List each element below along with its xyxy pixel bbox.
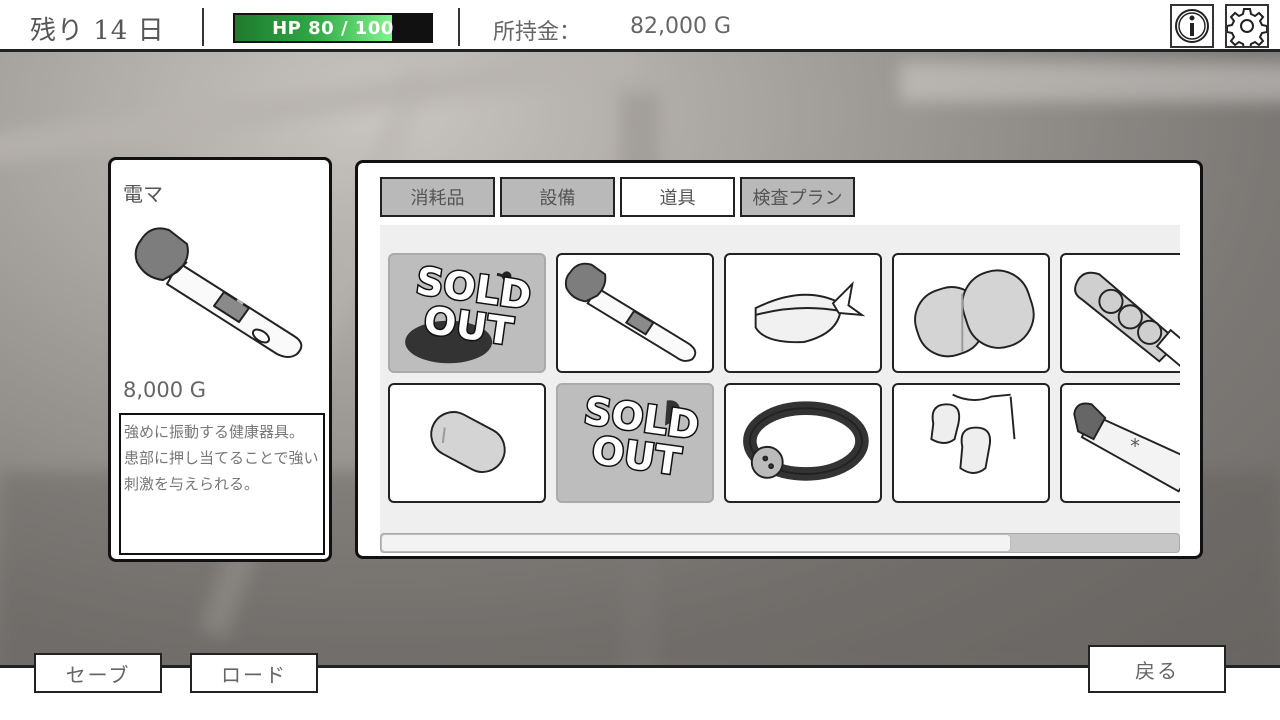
tab-tools[interactable]: 道具 — [620, 177, 735, 217]
horizontal-scrollbar[interactable] — [380, 533, 1180, 553]
item-slot-ribbed-toy[interactable] — [1060, 253, 1180, 373]
info-icon — [1175, 9, 1209, 43]
back-label: 戻る — [1135, 658, 1179, 683]
egg-vibrator-icon — [430, 411, 506, 473]
tab-equipment[interactable]: 設備 — [500, 177, 615, 217]
save-button[interactable]: セーブ — [34, 653, 162, 693]
item-slot-wand[interactable] — [556, 253, 714, 373]
tab-label: 消耗品 — [410, 188, 465, 209]
tab-label: 設備 — [539, 188, 576, 209]
item-slot-egg-vibrator[interactable] — [388, 383, 546, 503]
item-grid: SOLD OUT SOLD OUT * — [380, 225, 1180, 553]
item-slot-double-egg[interactable] — [892, 253, 1050, 373]
scrollbar-thumb[interactable] — [381, 534, 1012, 552]
item-slot-sold-out[interactable]: SOLD OUT — [556, 383, 714, 503]
back-button[interactable]: 戻る — [1088, 645, 1226, 693]
settings-button[interactable] — [1225, 4, 1269, 48]
svg-text:*: * — [1130, 435, 1140, 458]
tab-label: 検査プラン — [752, 188, 843, 209]
load-button[interactable]: ロード — [190, 653, 318, 693]
info-button[interactable] — [1170, 4, 1214, 48]
wand-massager-icon — [564, 262, 697, 362]
item-detail-panel: 電マ 8,000 G 強めに振動する健康器具。 患部に押し当てることで強い刺激を… — [108, 157, 332, 562]
bottom-bar: セーブ ロード 戻る — [0, 645, 1280, 720]
item-slot-tube[interactable]: * — [1060, 383, 1180, 503]
shop-panel: 消耗品 設備 道具 検査プラン SOLD OUT SOLD OUT * — [355, 160, 1203, 559]
hp-text: HP 80 / 100 — [272, 17, 394, 39]
money-value: 82,000 G — [630, 14, 732, 39]
gear-icon — [1227, 8, 1267, 46]
tab-exam-plans[interactable]: 検査プラン — [740, 177, 855, 217]
divider — [458, 8, 460, 46]
money-label: 所持金： — [493, 20, 582, 45]
item-slot-blindfold[interactable] — [724, 253, 882, 373]
load-label: ロード — [221, 662, 287, 687]
item-description: 強めに振動する健康器具。 患部に押し当てることで強い刺激を与えられる。 — [119, 413, 325, 555]
tab-consumables[interactable]: 消耗品 — [380, 177, 495, 217]
item-slot-ball-gag[interactable] — [724, 383, 882, 503]
tube-icon: * — [1073, 402, 1180, 493]
sold-out-label: SOLD OUT — [580, 387, 703, 485]
tab-label: 道具 — [659, 188, 696, 209]
wand-massager-icon — [134, 227, 303, 358]
item-name: 電マ — [123, 182, 163, 206]
ball-gag-icon — [743, 401, 869, 481]
double-egg-icon — [914, 269, 1035, 358]
suction-cups-icon — [930, 393, 1016, 474]
days-remaining: 残り 14 日 — [30, 16, 165, 46]
save-label: セーブ — [65, 662, 131, 687]
divider — [202, 8, 204, 46]
ribbed-toy-icon — [1074, 271, 1180, 371]
top-bar: 残り 14 日 HP 80 / 100 所持金： 82,000 G — [0, 0, 1280, 52]
sold-out-label: SOLD OUT — [412, 257, 535, 355]
item-price: 8,000 G — [123, 378, 207, 402]
blindfold-icon — [754, 281, 866, 344]
item-slot-sold-out[interactable]: SOLD OUT — [388, 253, 546, 373]
item-slot-suction-cups[interactable] — [892, 383, 1050, 503]
hp-bar: HP 80 / 100 — [233, 13, 433, 43]
